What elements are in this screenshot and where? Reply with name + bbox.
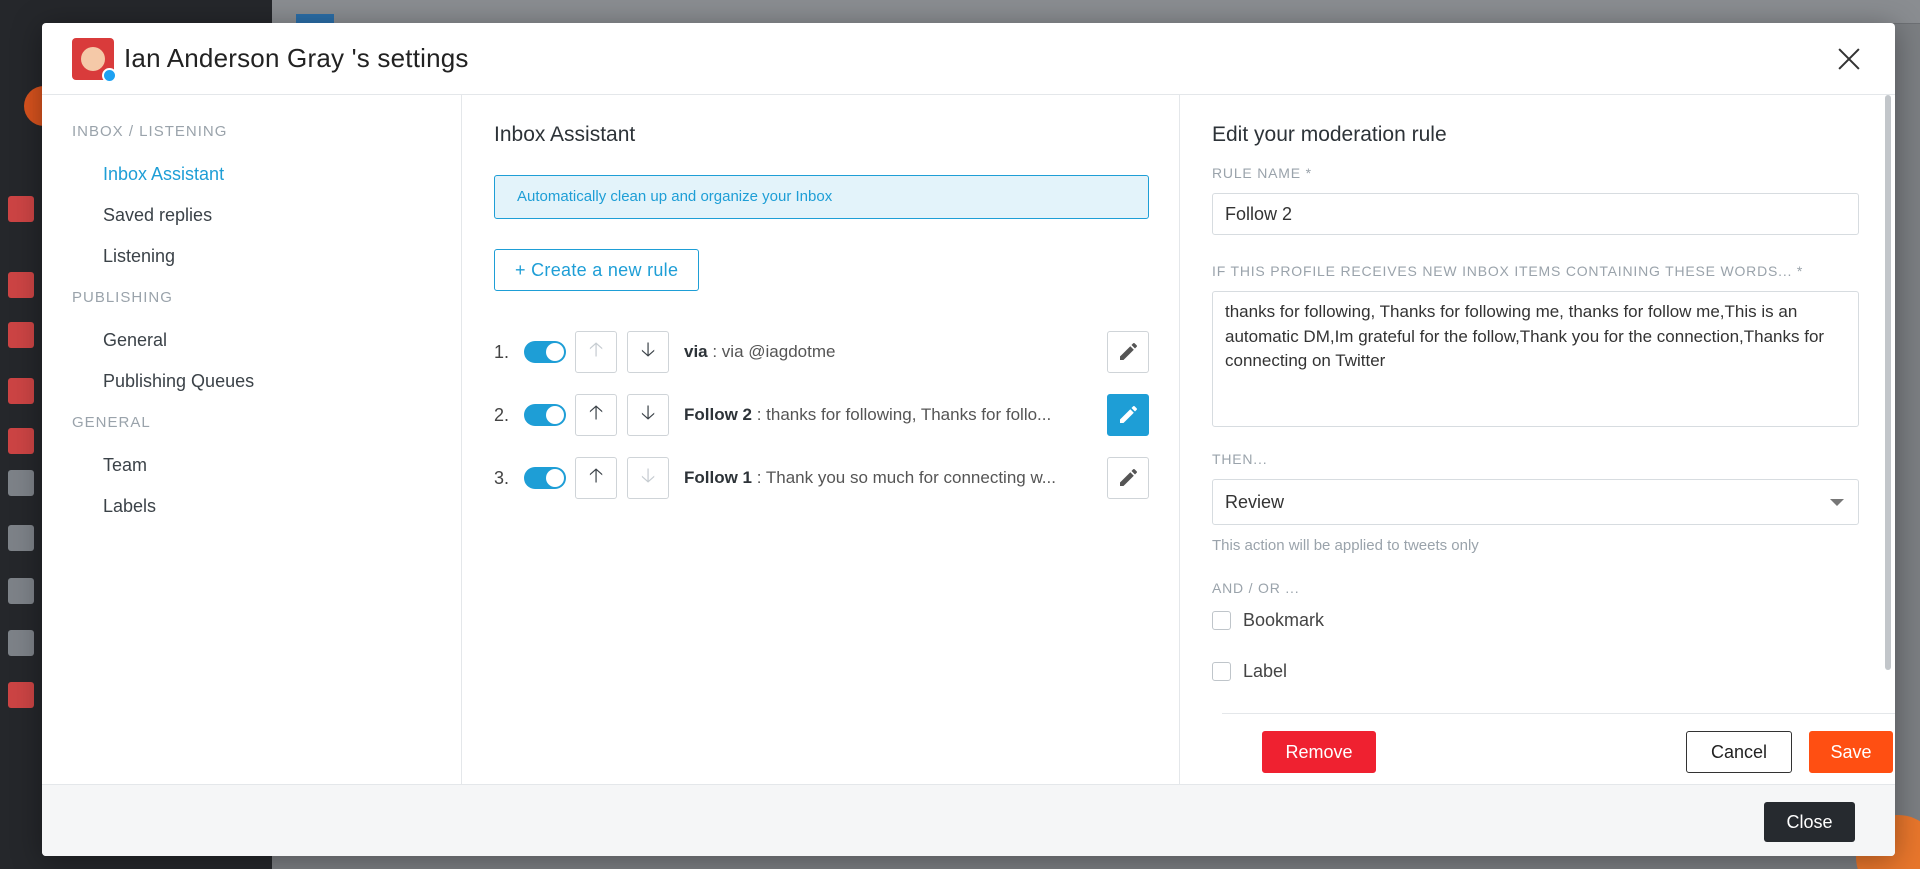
avatar-face-icon	[81, 46, 105, 71]
background-profile-icon	[8, 525, 34, 551]
nav-item-publishing-queues[interactable]: Publishing Queues	[42, 361, 461, 402]
settings-modal: Ian Anderson Gray 's settings INBOX / LI…	[42, 23, 1895, 856]
label-option[interactable]: Label	[1212, 657, 1859, 685]
rule-number: 2.	[494, 404, 510, 425]
then-label: THEN...	[1212, 451, 1268, 467]
cancel-button[interactable]: Cancel	[1686, 731, 1792, 773]
save-button[interactable]: Save	[1809, 731, 1893, 773]
rule-name-label: RULE NAME *	[1212, 165, 1312, 181]
action-hint: This action will be applied to tweets on…	[1212, 537, 1479, 554]
close-button[interactable]: Close	[1764, 802, 1855, 842]
rule-summary: via : via @iagdotme	[684, 342, 1095, 362]
nav-item-inbox-assistant[interactable]: Inbox Assistant	[42, 154, 461, 195]
background-profile-icon	[8, 578, 34, 604]
rule-description: : via @iagdotme	[707, 342, 836, 361]
rule-enabled-toggle[interactable]	[524, 341, 566, 363]
rule-row: 2. 🡡 🡣 Follow 2 : thanks for following, …	[494, 394, 1149, 436]
edit-rule-button[interactable]	[1107, 457, 1149, 499]
rule-name-input[interactable]: Follow 2	[1212, 193, 1859, 235]
create-rule-button[interactable]: + Create a new rule	[494, 249, 700, 291]
background-profile-icon	[8, 196, 34, 222]
background-profile-icon	[8, 428, 34, 454]
keywords-textarea[interactable]: thanks for following, Thanks for followi…	[1212, 291, 1859, 427]
background-topbar	[272, 0, 1920, 24]
background-profile-icon	[8, 470, 34, 496]
rule-number: 1.	[494, 341, 510, 362]
edit-rule-panel: Edit your moderation rule RULE NAME * Fo…	[1180, 95, 1895, 784]
rule-summary: Follow 1 : Thank you so much for connect…	[684, 468, 1095, 488]
nav-item-team[interactable]: Team	[42, 445, 461, 486]
nav-item-labels[interactable]: Labels	[42, 486, 461, 527]
pencil-icon	[1120, 406, 1137, 423]
arrow-down-icon: 🡣	[640, 465, 656, 487]
background-profile-icon	[8, 682, 34, 708]
move-down-button[interactable]: 🡣	[627, 457, 669, 499]
info-banner: Automatically clean up and organize your…	[494, 175, 1149, 219]
modal-footer: Close	[42, 784, 1895, 856]
pencil-icon	[1120, 469, 1137, 486]
move-up-button[interactable]: 🡡	[575, 394, 617, 436]
arrow-up-icon: 🡡	[588, 402, 604, 424]
settings-nav: INBOX / LISTENING Inbox Assistant Saved …	[42, 95, 462, 784]
modal-header: Ian Anderson Gray 's settings	[42, 23, 1895, 95]
rule-enabled-toggle[interactable]	[524, 467, 566, 489]
modal-body: INBOX / LISTENING Inbox Assistant Saved …	[42, 95, 1895, 784]
rule-description: : thanks for following, Thanks for follo…	[752, 405, 1052, 424]
edit-rule-title: Edit your moderation rule	[1212, 123, 1447, 146]
nav-item-saved-replies[interactable]: Saved replies	[42, 195, 461, 236]
rule-summary: Follow 2 : thanks for following, Thanks …	[684, 405, 1095, 425]
nav-section-inbox: INBOX / LISTENING	[72, 123, 228, 140]
and-or-label: AND / OR ...	[1212, 580, 1300, 596]
background-profile-icon	[8, 322, 34, 348]
pencil-icon	[1120, 343, 1137, 360]
rule-name: via	[684, 342, 708, 361]
nav-item-listening[interactable]: Listening	[42, 236, 461, 277]
background-profile-icon	[8, 630, 34, 656]
profile-avatar	[72, 37, 117, 83]
rule-name: Follow 1	[684, 468, 752, 487]
keywords-label: IF THIS PROFILE RECEIVES NEW INBOX ITEMS…	[1212, 263, 1804, 279]
arrow-down-icon: 🡣	[640, 402, 656, 424]
bookmark-label: Bookmark	[1243, 609, 1325, 630]
action-select-value: Review	[1225, 492, 1285, 512]
rule-name: Follow 2	[684, 405, 752, 424]
modal-title: Ian Anderson Gray 's settings	[124, 43, 469, 73]
background-profile-icon	[8, 378, 34, 404]
nav-section-general: GENERAL	[72, 414, 151, 431]
nav-section-publishing: PUBLISHING	[72, 289, 173, 306]
rule-row: 3. 🡡 🡣 Follow 1 : Thank you so much for …	[494, 457, 1149, 499]
rule-row: 1. 🡡 🡣 via : via @iagdotme	[494, 331, 1149, 373]
move-up-button[interactable]: 🡡	[575, 457, 617, 499]
rule-enabled-toggle[interactable]	[524, 404, 566, 426]
arrow-up-icon: 🡡	[588, 339, 604, 361]
move-down-button[interactable]: 🡣	[627, 331, 669, 373]
edit-rule-actions: Remove Cancel Save	[1222, 713, 1895, 784]
arrow-up-icon: 🡡	[588, 465, 604, 487]
inbox-assistant-panel: Inbox Assistant Automatically clean up a…	[462, 95, 1180, 784]
caret-down-icon	[1830, 499, 1844, 506]
label-option-label: Label	[1243, 660, 1288, 681]
rule-number: 3.	[494, 467, 510, 488]
edit-panel-scrollbar[interactable]	[1885, 95, 1891, 670]
move-down-button[interactable]: 🡣	[627, 394, 669, 436]
bookmark-checkbox[interactable]	[1212, 610, 1231, 630]
inbox-assistant-title: Inbox Assistant	[494, 123, 636, 146]
background-profile-icon	[8, 272, 34, 298]
rule-list: 1. 🡡 🡣 via : via @iagdotme 2. 🡡 🡣 Follow…	[494, 331, 1149, 499]
label-checkbox[interactable]	[1212, 661, 1231, 681]
edit-rule-button[interactable]	[1107, 331, 1149, 373]
arrow-down-icon: 🡣	[640, 339, 656, 361]
action-select[interactable]: Review	[1212, 479, 1859, 525]
verified-badge-icon	[102, 67, 117, 83]
move-up-button[interactable]: 🡡	[575, 331, 617, 373]
close-icon[interactable]	[1835, 45, 1863, 73]
bookmark-option[interactable]: Bookmark	[1212, 606, 1859, 634]
rule-description: : Thank you so much for connecting w...	[752, 468, 1056, 487]
edit-rule-button[interactable]	[1107, 394, 1149, 436]
nav-item-general[interactable]: General	[42, 320, 461, 361]
remove-button[interactable]: Remove	[1262, 731, 1376, 773]
